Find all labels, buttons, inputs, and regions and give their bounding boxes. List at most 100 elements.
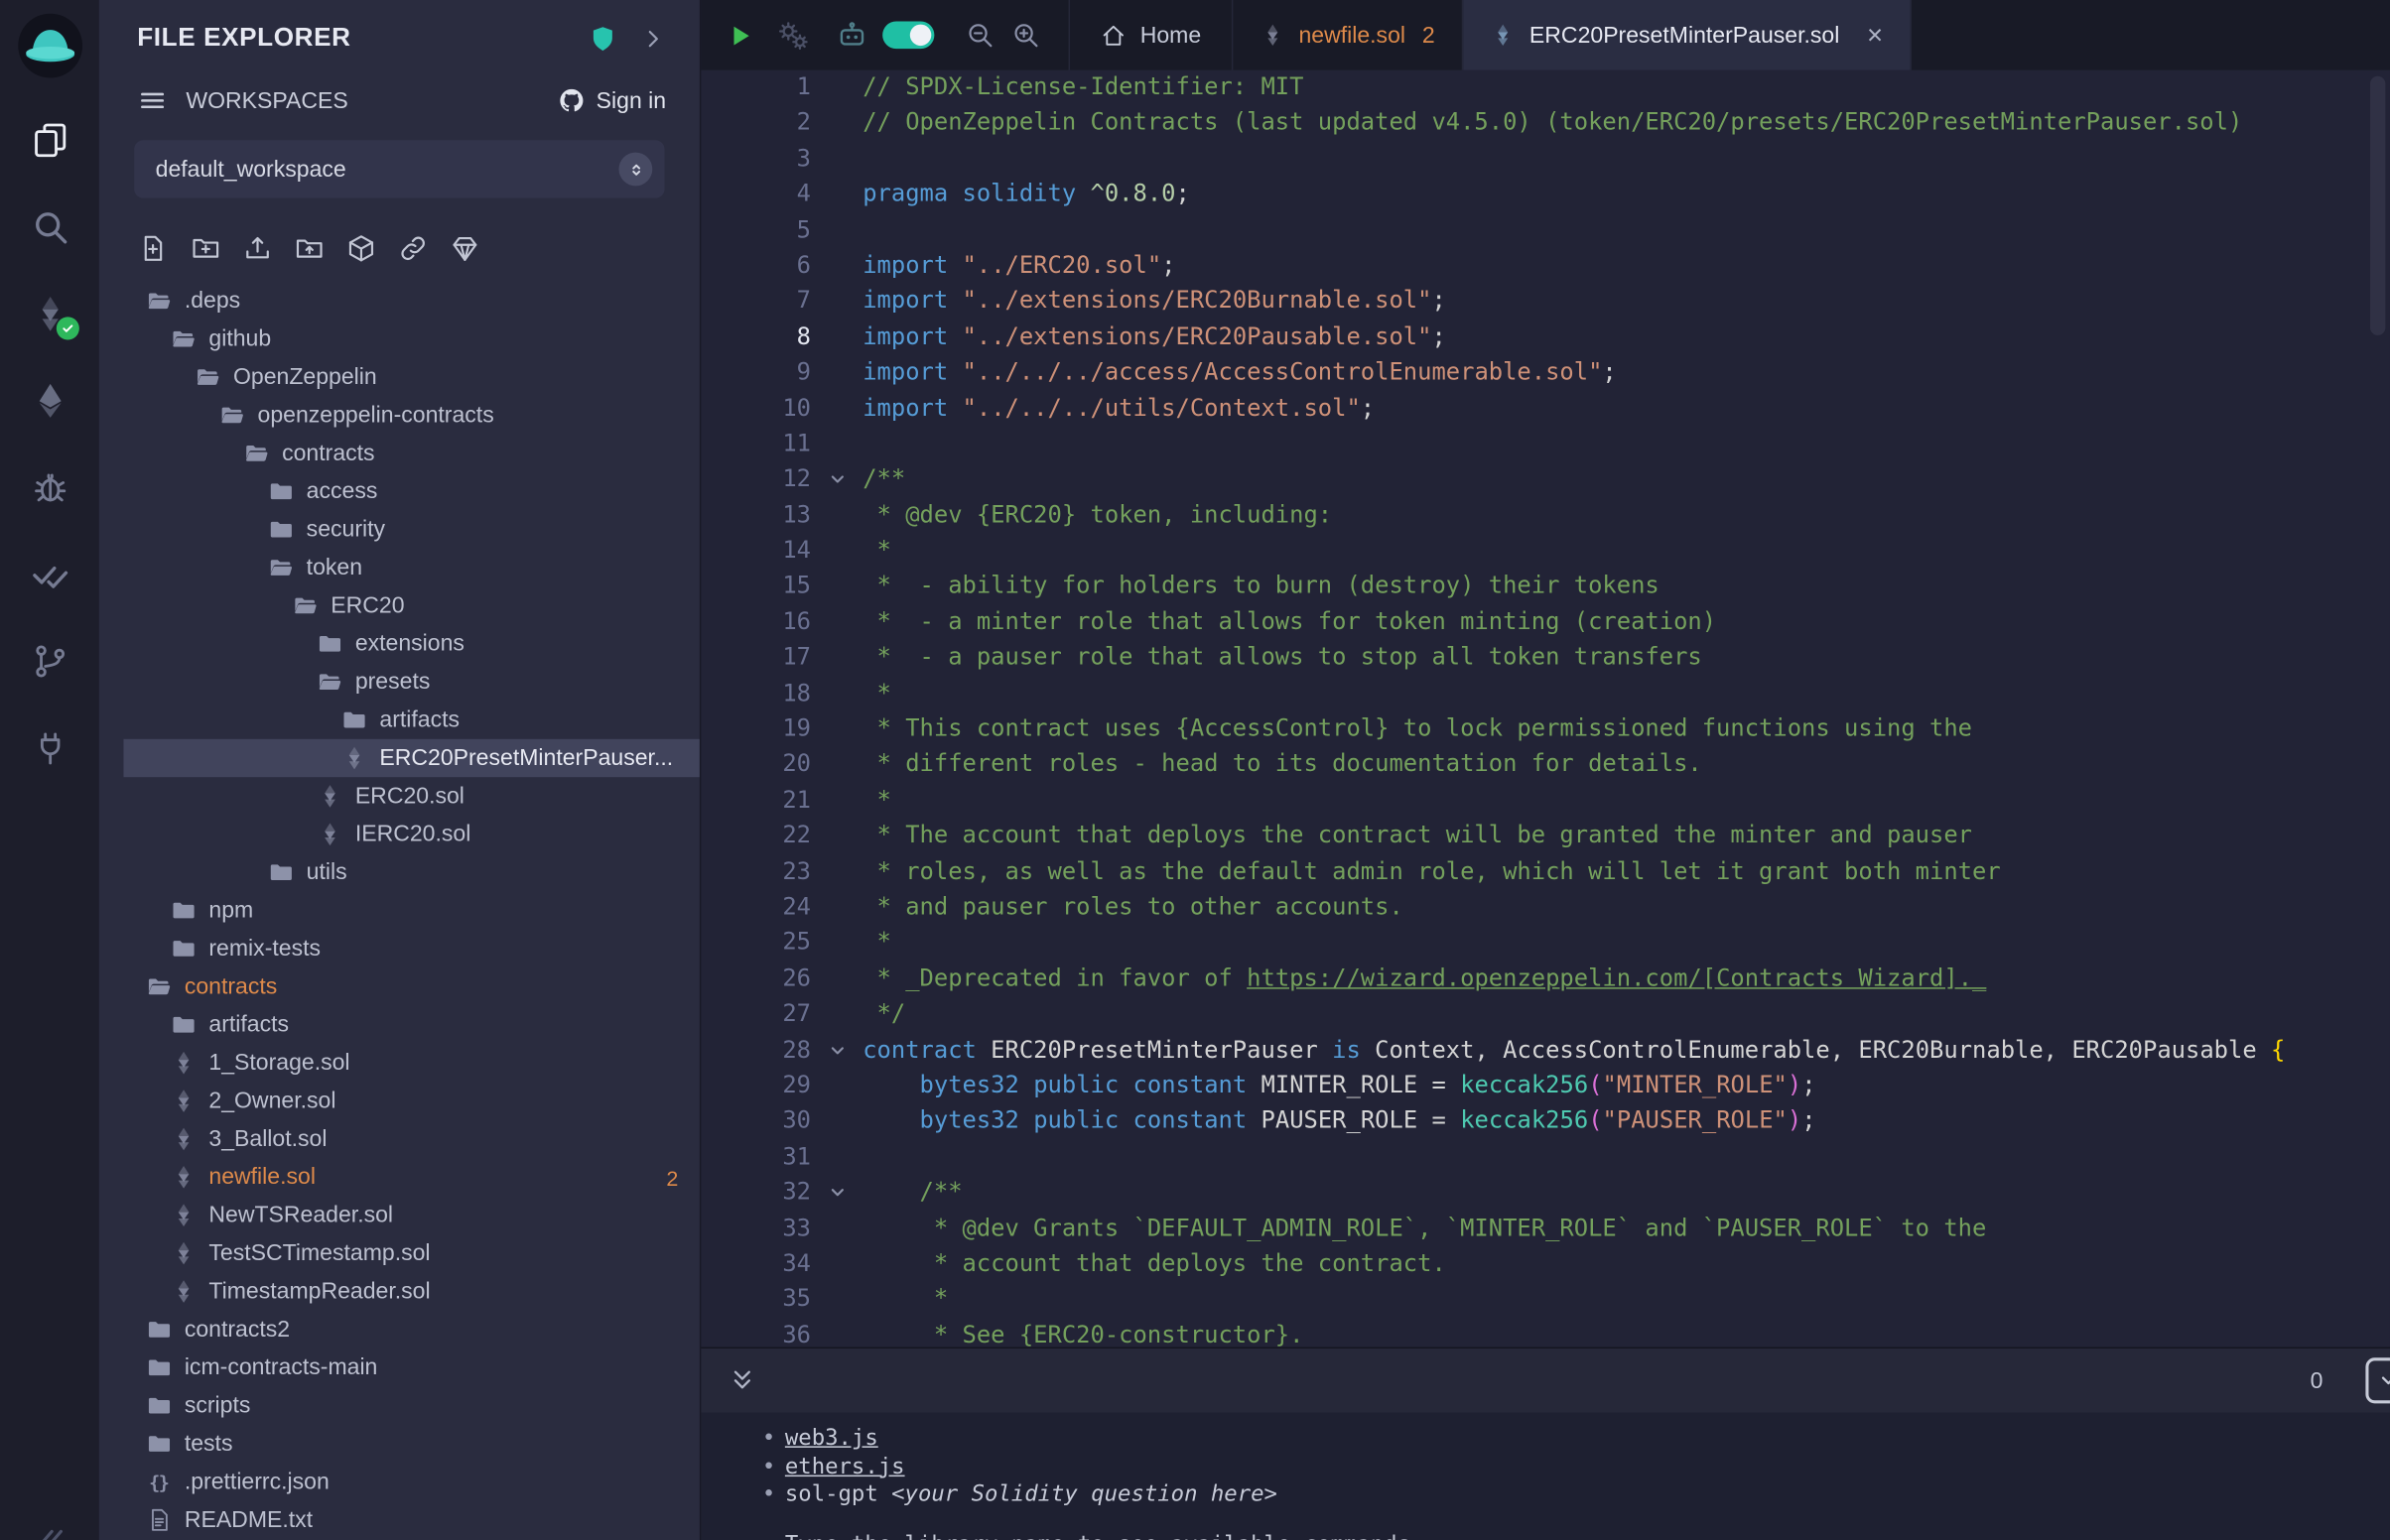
tree-item-newfile-sol[interactable]: newfile.sol2 [123, 1158, 699, 1196]
tree-item-npm[interactable]: npm [123, 891, 699, 929]
tree-item-testsctimestamp-sol[interactable]: TestSCTimestamp.sol [123, 1234, 699, 1272]
terminal-collapse-icon[interactable] [729, 1367, 756, 1395]
debugger-icon[interactable] [0, 444, 99, 531]
folder-open-icon [291, 592, 319, 620]
folder-icon [267, 858, 295, 886]
tree-item-github[interactable]: github [123, 320, 699, 357]
run-script-icon[interactable] [726, 21, 754, 50]
deploy-and-run-icon[interactable] [0, 356, 99, 444]
tree-item-presets[interactable]: presets [123, 663, 699, 701]
line-number: 35 [701, 1282, 811, 1318]
script-config-icon[interactable] [774, 17, 811, 54]
workspace-switch-icon [618, 153, 652, 187]
code-line-34: 34 * account that deploys the contract. [701, 1246, 2390, 1282]
tab-newfile.sol[interactable]: newfile.sol2 [1233, 0, 1463, 70]
fold-chevron-icon[interactable] [811, 462, 863, 498]
chevron-right-icon[interactable] [640, 25, 666, 51]
editor-scrollbar[interactable] [2370, 76, 2385, 335]
zoom-in-icon[interactable] [1010, 20, 1041, 51]
line-number: 34 [701, 1246, 811, 1282]
line-number: 32 [701, 1175, 811, 1211]
tree-item-readme-txt[interactable]: README.txt [123, 1501, 699, 1539]
fold-gutter [811, 1318, 863, 1348]
tree-item-token[interactable]: token [123, 549, 699, 586]
solidity-unit-testing-icon[interactable] [0, 530, 99, 617]
tree-item-contracts[interactable]: contracts [123, 967, 699, 1005]
tab-erc20presetminterpauser.sol[interactable]: ERC20PresetMinterPauser.sol× [1464, 0, 1912, 70]
tree-item-newtsreader-sol[interactable]: NewTSReader.sol [123, 1197, 699, 1234]
modified-count-badge: 2 [666, 1165, 678, 1190]
tree-item-artifacts[interactable]: artifacts [123, 1006, 699, 1044]
close-tab-icon[interactable]: × [1867, 21, 1883, 49]
tree-item-timestampreader-sol[interactable]: TimestampReader.sol [123, 1272, 699, 1310]
code-text: * _Deprecated in favor of https://wizard… [863, 962, 1986, 997]
tree-item-openzeppelin[interactable]: OpenZeppelin [123, 358, 699, 396]
workspaces-row: WORKSPACES Sign in [99, 76, 700, 125]
code-text: /** [863, 1175, 962, 1211]
tree-item-3-ballot-sol[interactable]: 3_Ballot.sol [123, 1120, 699, 1158]
zoom-out-icon[interactable] [965, 20, 996, 51]
tree-item-contracts[interactable]: contracts [123, 435, 699, 472]
tree-item-artifacts[interactable]: artifacts [123, 701, 699, 738]
file-name: OpenZeppelin [233, 364, 377, 390]
remix-logo[interactable] [15, 11, 85, 81]
tree-item-1-storage-sol[interactable]: 1_Storage.sol [123, 1044, 699, 1082]
fold-chevron-icon[interactable] [811, 1033, 863, 1069]
upload-folder-icon[interactable] [293, 231, 325, 263]
new-file-icon[interactable] [137, 231, 169, 263]
tree-item-ierc20-sol[interactable]: IERC20.sol [123, 816, 699, 853]
copilot-toggle[interactable] [882, 21, 934, 49]
load-gist-icon[interactable] [448, 231, 479, 263]
solidity-compiler-icon[interactable] [0, 270, 99, 357]
workspace-select[interactable]: default_workspace [134, 140, 664, 197]
publish-to-ipfs-icon[interactable] [344, 231, 376, 263]
tree-item-scripts[interactable]: scripts [123, 1386, 699, 1424]
terminal-link[interactable]: web3.js [785, 1425, 878, 1454]
tree-item-extensions[interactable]: extensions [123, 625, 699, 663]
terminal-scroll-badge[interactable] [2365, 1357, 2390, 1403]
tree-item-tests[interactable]: tests [123, 1425, 699, 1463]
workspace-selected-value: default_workspace [156, 156, 346, 182]
tree-item-prettierrc-json[interactable]: {}.prettierrc.json [123, 1463, 699, 1500]
git-icon[interactable] [0, 617, 99, 705]
tab-label: newfile.sol [1298, 22, 1405, 48]
tree-item-utils[interactable]: utils [123, 853, 699, 891]
fold-gutter [811, 427, 863, 462]
code-line-11: 11 [701, 427, 2390, 462]
double-chevron-icon[interactable] [31, 1524, 67, 1540]
tree-item-icm-contracts-main[interactable]: icm-contracts-main [123, 1348, 699, 1386]
fold-gutter [811, 926, 863, 962]
tree-item-access[interactable]: access [123, 472, 699, 510]
tree-item-security[interactable]: security [123, 510, 699, 548]
file-name: NewTSReader.sol [208, 1203, 393, 1228]
code-text: import "../../../utils/Context.sol"; [863, 391, 1375, 427]
tree-item-erc20-sol[interactable]: ERC20.sol [123, 777, 699, 815]
tree-item-deps[interactable]: .deps [123, 282, 699, 320]
tree-item-openzeppelin-contracts[interactable]: openzeppelin-contracts [123, 396, 699, 434]
tree-item-contracts2[interactable]: contracts2 [123, 1311, 699, 1348]
tree-item-erc20[interactable]: ERC20 [123, 586, 699, 624]
workspaces-menu-icon[interactable] [137, 85, 168, 116]
file-explorer-icon[interactable] [0, 96, 99, 184]
plugin-manager-icon[interactable] [0, 704, 99, 791]
tree-item-remix-tests[interactable]: remix-tests [123, 930, 699, 967]
tab-home[interactable]: Home [1069, 0, 1234, 70]
tree-item-erc20presetminterpauser[interactable]: ERC20PresetMinterPauser... [123, 739, 699, 777]
code-editor[interactable]: 1// SPDX-License-Identifier: MIT2// Open… [701, 70, 2390, 1348]
solidity-file-icon [1261, 23, 1285, 48]
sign-in-button[interactable]: Sign in [558, 87, 666, 115]
search-icon[interactable] [0, 183, 99, 270]
code-line-4: 4pragma solidity ^0.8.0; [701, 177, 2390, 212]
upload-file-icon[interactable] [241, 231, 273, 263]
tree-item-2-owner-sol[interactable]: 2_Owner.sol [123, 1082, 699, 1119]
fold-chevron-icon[interactable] [811, 1175, 863, 1211]
shield-icon[interactable] [589, 22, 617, 54]
connect-localhost-icon[interactable] [396, 231, 428, 263]
robot-icon[interactable] [836, 18, 869, 52]
code-line-2: 2// OpenZeppelin Contracts (last updated… [701, 106, 2390, 142]
fold-gutter [811, 747, 863, 783]
terminal-link[interactable]: ethers.js [785, 1453, 905, 1481]
new-folder-icon[interactable] [189, 231, 220, 263]
terminal-listen-count: 0 [2311, 1367, 2369, 1393]
line-number: 20 [701, 747, 811, 783]
